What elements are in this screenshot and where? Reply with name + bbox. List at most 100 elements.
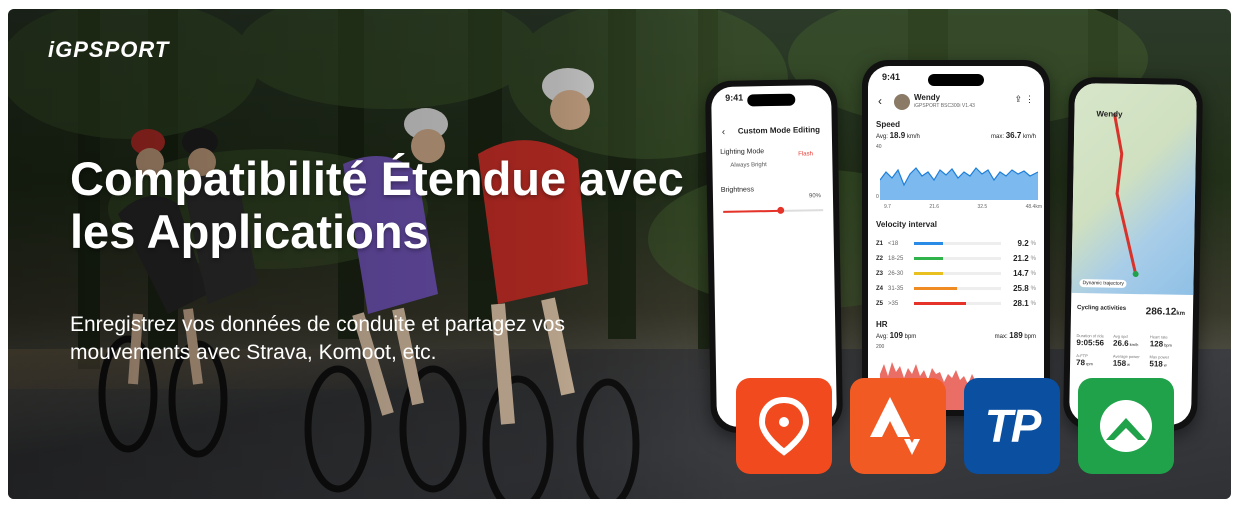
zone-bar xyxy=(914,257,943,260)
speed-label: Speed xyxy=(876,120,901,129)
user-name: Wendy xyxy=(914,93,941,102)
status-time: 9:41 xyxy=(882,72,901,82)
headline-subtitle: Enregistrez vos données de conduite et p… xyxy=(70,313,565,364)
velocity-interval-label: Velocity interval xyxy=(876,220,937,229)
zone-range: 18-25 xyxy=(888,255,904,262)
zone-value: 21.2 xyxy=(1013,254,1029,263)
lighting-mode-label: Lighting Mode xyxy=(720,148,765,156)
dynamic-trajectory-label[interactable]: Dynamic trajectory xyxy=(1079,279,1127,288)
share-icon[interactable]: ⇪ xyxy=(1014,94,1022,105)
zone-bar xyxy=(914,302,966,305)
hr-axis-top: 200 xyxy=(876,344,885,350)
back-icon[interactable]: ‹ xyxy=(878,94,882,108)
zone-percent: % xyxy=(1030,255,1036,262)
user-name: Wendy xyxy=(1096,109,1123,119)
zone-percent: % xyxy=(1030,270,1036,277)
app-icon-komoot-orange[interactable] xyxy=(736,378,832,474)
stat-unit: w xyxy=(1127,361,1131,367)
zone-bar xyxy=(914,287,958,290)
stat-value: 26.6km/h xyxy=(1113,339,1150,349)
x-tick-label: 32.5 xyxy=(977,204,988,210)
phone-screen: Wendy Dynamic trajectory Cycling activit… xyxy=(1069,82,1197,426)
app-icon-strava[interactable] xyxy=(850,378,946,474)
zone-row: Z3 26-30 14.7% xyxy=(876,266,1036,281)
brightness-label: Brightness xyxy=(720,186,754,194)
zone-id: Z4 xyxy=(876,285,884,292)
stat-cell: Heart rate 128bpm xyxy=(1150,334,1187,349)
x-tick-label: 9.7 xyxy=(884,204,891,210)
activity-stats-grid: Duration of ride 9:05:56 Avg spd 26.6km/h He… xyxy=(1076,333,1187,369)
back-icon[interactable]: ‹ xyxy=(722,127,726,138)
stat-unit: w xyxy=(1163,362,1167,368)
dynamic-island xyxy=(747,93,796,107)
zone-row: Z5 >35 28.1% xyxy=(876,296,1036,311)
phone-screen: 9:41 ‹ Wendy iGPSPORT BSC300i V1.43 ⇪ ⋮ … xyxy=(868,66,1044,410)
strava-logo-icon xyxy=(870,397,920,455)
stat-value: 158w xyxy=(1113,359,1150,369)
route-line xyxy=(1112,113,1139,278)
stat-unit: bpm xyxy=(1164,342,1172,348)
stat-cell: Avg spd 26.6km/h xyxy=(1113,334,1150,349)
speed-avg: Avg: 18.9 km/h xyxy=(876,131,920,140)
zone-range: <18 xyxy=(888,240,899,247)
zone-bar xyxy=(914,272,943,275)
activity-value: 286.12km xyxy=(1145,306,1186,318)
stat-number: 158 xyxy=(1112,358,1127,368)
zone-bar-track xyxy=(914,242,1001,245)
tp-label: TP xyxy=(984,400,1042,452)
stat-cell: Average power 158w xyxy=(1113,354,1150,369)
status-time: 9:41 xyxy=(725,92,744,103)
app-icon-komoot-green[interactable] xyxy=(1078,378,1174,474)
location-pin-icon xyxy=(758,396,810,456)
option-always-bright[interactable]: Always Bright xyxy=(730,162,766,169)
mountain-circle-icon xyxy=(1100,400,1152,452)
stat-number: 78 xyxy=(1076,358,1086,368)
custom-mode-header: Custom Mode Editing xyxy=(737,125,821,136)
brand-logo[interactable]: iGPSPORT xyxy=(48,37,169,63)
zone-range: 26-30 xyxy=(888,270,904,277)
zone-row: Z1 <18 9.2% xyxy=(876,236,1036,251)
phone-speed-stats: 9:41 ‹ Wendy iGPSPORT BSC300i V1.43 ⇪ ⋮ … xyxy=(862,60,1050,416)
avatar[interactable] xyxy=(894,94,910,110)
stat-cell: Duration of ride 9:05:56 xyxy=(1076,333,1113,348)
velocity-zones: Z1 <18 9.2% Z2 18-25 21.2% Z3 26-30 14.7% Z4 31-35… xyxy=(876,236,1036,311)
dynamic-island xyxy=(928,74,984,86)
zone-value: 25.8 xyxy=(1013,284,1029,293)
zone-percent: % xyxy=(1030,285,1036,292)
zone-range: >35 xyxy=(888,300,899,307)
more-icon[interactable]: ⋮ xyxy=(1025,94,1034,105)
stat-number: 128 xyxy=(1149,339,1164,349)
zone-value: 9.2 xyxy=(1017,239,1029,248)
app-icon-trainingpeaks[interactable]: TP xyxy=(964,378,1060,474)
speed-x-ticks: 9.7 21.6 32.5 48.4km xyxy=(884,204,1042,210)
speed-max: max: 36.7 km/h xyxy=(991,131,1036,140)
zone-bar-track xyxy=(914,302,1001,305)
x-tick-label: 48.4km xyxy=(1025,204,1042,210)
zone-bar-track xyxy=(914,257,1001,260)
hr-avg: Avg: 109 bpm xyxy=(876,331,917,340)
stat-value: 9:05:56 xyxy=(1076,338,1113,348)
brightness-value: 90% xyxy=(808,193,822,200)
stat-cell: A-FTP 78rpm xyxy=(1076,353,1113,368)
zone-row: Z2 18-25 21.2% xyxy=(876,251,1036,266)
zone-bar-track xyxy=(914,272,1001,275)
zone-bar-track xyxy=(914,287,1001,290)
hr-label: HR xyxy=(876,320,888,329)
zone-id: Z2 xyxy=(876,255,884,262)
stat-value: 518w xyxy=(1149,359,1186,369)
zone-row: Z4 31-35 25.8% xyxy=(876,281,1036,296)
map-view[interactable]: Wendy Dynamic trajectory xyxy=(1071,82,1197,296)
brightness-slider[interactable] xyxy=(723,206,824,214)
phone-screen: 9:41 ‹ Custom Mode Editing Lighting Mode… xyxy=(711,84,837,428)
zone-id: Z5 xyxy=(876,300,884,307)
headline-title: Compatibilité Étendue avec les Applicati… xyxy=(70,152,684,258)
zone-bar xyxy=(914,242,943,245)
zone-value: 14.7 xyxy=(1013,269,1029,278)
zone-percent: % xyxy=(1030,240,1036,247)
stat-number: 518 xyxy=(1149,359,1163,369)
zone-value: 28.1 xyxy=(1013,299,1029,308)
option-flash[interactable]: Flash xyxy=(798,151,813,157)
hr-max: max: 189 bpm xyxy=(994,331,1036,340)
stat-unit: rpm xyxy=(1085,361,1093,367)
stat-unit: km/h xyxy=(1129,341,1139,348)
